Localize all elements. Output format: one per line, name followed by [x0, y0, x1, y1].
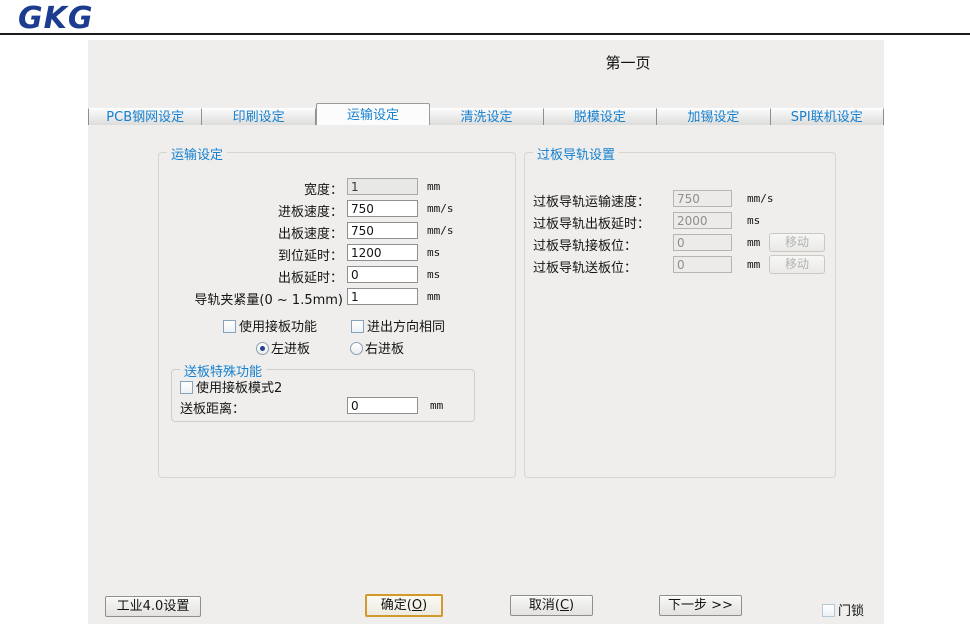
same-in-out-direction-checkbox[interactable]: 进出方向相同 [351, 316, 445, 335]
next-step-button[interactable]: 下一步 >> [659, 595, 742, 616]
tab-demold-settings[interactable]: 脱模设定 [543, 108, 658, 125]
board-out-delay-input[interactable] [347, 266, 418, 283]
board-out-speed-row: 出板速度： mm/s [159, 222, 515, 242]
rail-clamp-label: 导轨夹紧量(0 ~ 1.5mm) [194, 293, 343, 308]
checkbox-icon [351, 320, 364, 333]
tab-pcb-stencil-settings[interactable]: PCB钢网设定 [88, 108, 203, 125]
transport-group-title: 运输设定 [167, 144, 228, 163]
rail-send-position-unit: mm [747, 258, 761, 271]
rail-send-position-row: 过板导轨送板位： mm 移动 [525, 255, 835, 276]
board-out-speed-input[interactable] [347, 222, 418, 239]
rail-send-position-label: 过板导轨送板位： [533, 261, 638, 276]
board-in-speed-input[interactable] [347, 200, 418, 217]
rail-clamp-unit: mm [427, 290, 441, 303]
board-out-delay-row: 出板延时： ms [159, 266, 515, 286]
ok-button-mnemonic: O [411, 598, 423, 613]
rail-settings-group: 过板导轨设置 过板导轨运输速度： mm/s 过板导轨出板延时： ms 过板导轨接… [524, 144, 836, 478]
radio-icon [350, 342, 363, 355]
page-title: 第一页 [605, 54, 651, 72]
transport-settings-group: 运输设定 宽度： mm 进板速度： mm/s 出板速度： mm/s 到位延时： … [158, 144, 516, 478]
checkbox-icon [822, 604, 835, 617]
settings-tab-bar: PCB钢网设定 印刷设定 运输设定 清洗设定 脱模设定 加锡设定 SPI联机设定 [88, 103, 884, 125]
cancel-button[interactable]: 取消(C) [510, 595, 593, 616]
door-lock-checkbox[interactable]: 门锁 [822, 600, 864, 619]
use-board-relay-label: 使用接板功能 [239, 320, 318, 335]
settings-dialog: 第一页 PCB钢网设定 印刷设定 运输设定 清洗设定 脱模设定 加锡设定 SPI… [88, 40, 884, 624]
use-relay-mode2-checkbox[interactable]: 使用接板模式2 [180, 377, 282, 396]
board-feed-distance-input[interactable] [347, 397, 418, 414]
same-in-out-direction-label: 进出方向相同 [367, 320, 446, 335]
rail-board-out-delay-label: 过板导轨出板延时： [533, 217, 651, 232]
board-feed-distance-unit: mm [430, 399, 444, 412]
tab-print-settings[interactable]: 印刷设定 [202, 108, 316, 125]
rail-clamp-row: 导轨夹紧量(0 ~ 1.5mm) mm [159, 288, 515, 308]
board-in-speed-row: 进板速度： mm/s [159, 200, 515, 220]
width-input [347, 178, 418, 195]
arrival-delay-unit: ms [427, 246, 441, 259]
rail-group-title: 过板导轨设置 [533, 144, 620, 163]
ok-button-text-suffix: ) [422, 598, 428, 613]
ok-button[interactable]: 确定(O) [365, 594, 443, 617]
tab-transport-settings[interactable]: 运输设定 [315, 103, 431, 125]
rail-receive-position-input [673, 234, 732, 251]
tab-solder-add-settings[interactable]: 加锡设定 [657, 108, 771, 125]
industry40-settings-button[interactable]: 工业4.0设置 [105, 596, 201, 617]
checkbox-icon [223, 320, 236, 333]
arrival-delay-label: 到位延时： [277, 249, 343, 264]
width-unit: mm [427, 180, 441, 193]
use-relay-mode2-label: 使用接板模式2 [196, 381, 283, 396]
board-out-speed-label: 出板速度： [277, 227, 343, 242]
checkbox-icon [180, 381, 193, 394]
rail-send-move-button: 移动 [769, 255, 825, 274]
rail-transport-speed-label: 过板导轨运输速度： [533, 195, 651, 210]
cancel-button-text-suffix: ) [569, 598, 575, 613]
rail-board-out-delay-row: 过板导轨出板延时： ms [525, 212, 835, 232]
board-out-delay-unit: ms [427, 268, 441, 281]
board-out-delay-label: 出板延时： [277, 271, 343, 286]
width-row: 宽度： mm [159, 178, 515, 198]
rail-board-out-delay-input [673, 212, 732, 229]
board-out-speed-unit: mm/s [427, 224, 454, 237]
right-board-entry-radio[interactable]: 右进板 [350, 338, 404, 357]
cancel-button-mnemonic: C [559, 598, 570, 613]
board-in-speed-label: 进板速度： [277, 205, 343, 220]
right-board-entry-label: 右进板 [365, 342, 405, 357]
board-feed-distance-row: 送板距离： mm [172, 397, 474, 417]
door-lock-label: 门锁 [838, 604, 865, 619]
board-in-speed-unit: mm/s [427, 202, 454, 215]
left-board-entry-label: 左进板 [271, 342, 311, 357]
use-board-relay-checkbox[interactable]: 使用接板功能 [223, 316, 317, 335]
board-feed-distance-label: 送板距离： [180, 402, 246, 417]
arrival-delay-input[interactable] [347, 244, 418, 261]
tab-clean-settings[interactable]: 清洗设定 [430, 108, 544, 125]
header-divider [0, 33, 970, 35]
rail-receive-position-unit: mm [747, 236, 761, 249]
tab-spi-link-settings[interactable]: SPI联机设定 [770, 108, 884, 125]
rail-transport-speed-unit: mm/s [747, 192, 774, 205]
rail-board-out-delay-unit: ms [747, 214, 761, 227]
gkg-logo: GKG [18, 1, 94, 36]
rail-clamp-input[interactable] [347, 288, 418, 305]
rail-receive-position-row: 过板导轨接板位： mm 移动 [525, 233, 835, 254]
rail-send-position-input [673, 256, 732, 273]
radio-selected-icon [256, 342, 269, 355]
cancel-button-text: 取消( [528, 598, 560, 613]
left-board-entry-radio[interactable]: 左进板 [256, 338, 310, 357]
ok-button-text: 确定( [380, 598, 412, 613]
width-label: 宽度： [303, 183, 343, 198]
rail-transport-speed-input [673, 190, 732, 207]
rail-receive-move-button: 移动 [769, 233, 825, 252]
page-root: GKG 第一页 PCB钢网设定 印刷设定 运输设定 清洗设定 脱模设定 加锡设定… [0, 0, 970, 624]
arrival-delay-row: 到位延时： ms [159, 244, 515, 264]
rail-transport-speed-row: 过板导轨运输速度： mm/s [525, 190, 835, 210]
rail-receive-position-label: 过板导轨接板位： [533, 239, 638, 254]
board-feed-special-group: 送板特殊功能 使用接板模式2 送板距离： mm [171, 361, 475, 422]
